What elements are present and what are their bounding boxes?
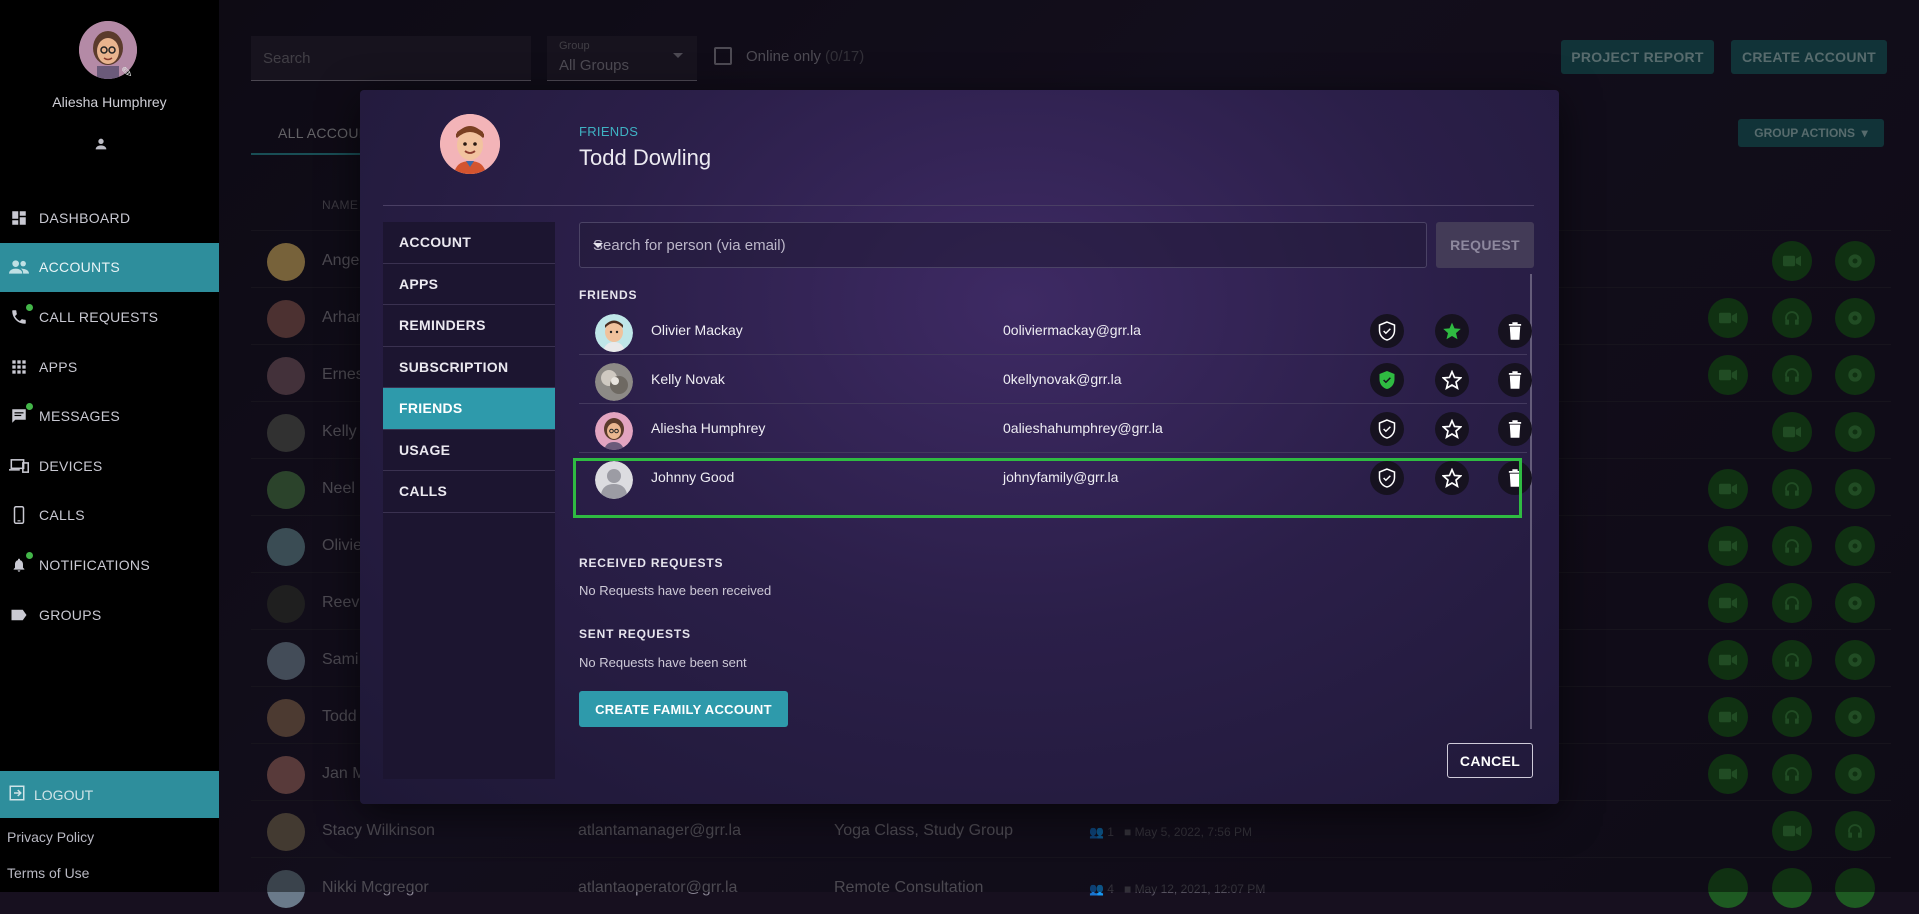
nav-label: GROUPS bbox=[39, 606, 102, 623]
nav-label: CALL REQUESTS bbox=[39, 308, 159, 325]
star-icon[interactable] bbox=[1435, 314, 1469, 348]
friends-heading: FRIENDS bbox=[579, 288, 638, 302]
account-avatar bbox=[440, 114, 500, 174]
avatar bbox=[595, 363, 633, 401]
shield-icon[interactable] bbox=[1370, 412, 1404, 446]
nav-label: CALLS bbox=[39, 507, 85, 524]
trash-icon[interactable] bbox=[1498, 314, 1532, 348]
logout-button[interactable]: LOGOUT bbox=[0, 771, 219, 818]
person-icon[interactable] bbox=[93, 136, 109, 157]
friend-name: Kelly Novak bbox=[651, 371, 725, 387]
avatar bbox=[595, 314, 633, 352]
friend-name: Aliesha Humphrey bbox=[651, 420, 766, 436]
dashboard-icon bbox=[8, 207, 30, 229]
logout-icon bbox=[8, 784, 26, 805]
scrollbar[interactable] bbox=[1530, 274, 1532, 729]
nav-groups[interactable]: GROUPS bbox=[0, 590, 219, 640]
notification-dot bbox=[26, 552, 33, 560]
create-family-account-button[interactable]: CREATE FAMILY ACCOUNT bbox=[579, 691, 788, 727]
dialog-title: Todd Dowling bbox=[579, 145, 712, 170]
edit-avatar-icon[interactable]: ✎ bbox=[121, 64, 133, 81]
nav-calls[interactable]: CALLS bbox=[0, 491, 219, 541]
sent-requests-heading: SENT REQUESTS bbox=[579, 627, 691, 641]
nav-accounts[interactable]: ACCOUNTS bbox=[0, 242, 219, 293]
nav-messages[interactable]: MESSAGES bbox=[0, 391, 219, 441]
logout-label: LOGOUT bbox=[34, 786, 94, 803]
devices-icon bbox=[8, 455, 30, 477]
friends-dialog: FRIENDS Todd Dowling ACCOUNT APPS REMIND… bbox=[360, 90, 1559, 804]
chevron-down-icon[interactable] bbox=[593, 243, 603, 248]
search-person-input[interactable]: Search for person (via email) bbox=[579, 222, 1427, 268]
trash-icon[interactable] bbox=[1498, 412, 1532, 446]
nav-label: DASHBOARD bbox=[39, 209, 131, 226]
user-name: Aliesha Humphrey bbox=[52, 94, 167, 110]
star-outline-icon[interactable] bbox=[1435, 363, 1469, 397]
nav-notifications[interactable]: NOTIFICATIONS bbox=[0, 540, 219, 590]
nav-label: NOTIFICATIONS bbox=[39, 556, 150, 573]
dialog-menu: ACCOUNT APPS REMINDERS SUBSCRIPTION FRIE… bbox=[383, 222, 555, 779]
menu-item-calls[interactable]: CALLS bbox=[383, 471, 555, 513]
privacy-policy-link[interactable]: Privacy Policy bbox=[7, 829, 94, 845]
friend-email: 0kellynovak@grr.la bbox=[1003, 371, 1122, 387]
search-person-placeholder: Search for person (via email) bbox=[593, 237, 786, 254]
nav-apps[interactable]: APPS bbox=[0, 342, 219, 392]
nav-label: ACCOUNTS bbox=[39, 259, 120, 276]
menu-item-reminders[interactable]: REMINDERS bbox=[383, 305, 555, 347]
friend-name: Olivier Mackay bbox=[651, 322, 743, 338]
friend-row: Aliesha Humphrey 0alieshahumphrey@grr.la bbox=[579, 404, 1532, 453]
shield-icon[interactable] bbox=[1370, 314, 1404, 348]
notification-dot bbox=[26, 403, 33, 411]
mobile-icon bbox=[8, 504, 30, 526]
avatar bbox=[595, 412, 633, 450]
friend-row: Kelly Novak 0kellynovak@grr.la bbox=[579, 355, 1532, 404]
menu-item-subscription[interactable]: SUBSCRIPTION bbox=[383, 347, 555, 388]
menu-item-apps[interactable]: APPS bbox=[383, 264, 555, 305]
nav-devices[interactable]: DEVICES bbox=[0, 441, 219, 491]
friend-email: 0oliviermackay@grr.la bbox=[1003, 322, 1141, 338]
nav-label: MESSAGES bbox=[39, 408, 120, 425]
menu-item-friends[interactable]: FRIENDS bbox=[383, 388, 555, 430]
sent-requests-note: No Requests have been sent bbox=[579, 655, 747, 670]
menu-item-account[interactable]: ACCOUNT bbox=[383, 222, 555, 264]
sidebar-nav: DASHBOARD ACCOUNTS CALL REQUESTS APPS ME… bbox=[0, 193, 219, 639]
selection-highlight bbox=[573, 458, 1522, 518]
divider bbox=[383, 205, 1534, 206]
trash-icon[interactable] bbox=[1498, 363, 1532, 397]
request-button[interactable]: REQUEST bbox=[1436, 222, 1534, 268]
accounts-icon bbox=[8, 256, 30, 278]
nav-call-requests[interactable]: CALL REQUESTS bbox=[0, 292, 219, 342]
nav-label: DEVICES bbox=[39, 457, 103, 474]
dialog-subtitle: FRIENDS bbox=[579, 124, 639, 139]
star-outline-icon[interactable] bbox=[1435, 412, 1469, 446]
received-requests-note: No Requests have been received bbox=[579, 583, 772, 598]
menu-item-usage[interactable]: USAGE bbox=[383, 430, 555, 471]
nav-dashboard[interactable]: DASHBOARD bbox=[0, 193, 219, 243]
nav-label: APPS bbox=[39, 358, 78, 375]
terms-of-use-link[interactable]: Terms of Use bbox=[7, 865, 89, 881]
cancel-button[interactable]: CANCEL bbox=[1447, 743, 1533, 778]
received-requests-heading: RECEIVED REQUESTS bbox=[579, 556, 724, 570]
sidebar: ✎ Aliesha Humphrey DASHBOARD ACCOUNTS CA… bbox=[0, 0, 219, 892]
apps-grid-icon bbox=[8, 356, 30, 378]
label-icon bbox=[8, 604, 30, 626]
notification-dot bbox=[26, 304, 33, 312]
friend-row: Olivier Mackay 0oliviermackay@grr.la bbox=[579, 306, 1532, 355]
shield-icon[interactable] bbox=[1370, 363, 1404, 397]
friend-email: 0alieshahumphrey@grr.la bbox=[1003, 420, 1163, 436]
